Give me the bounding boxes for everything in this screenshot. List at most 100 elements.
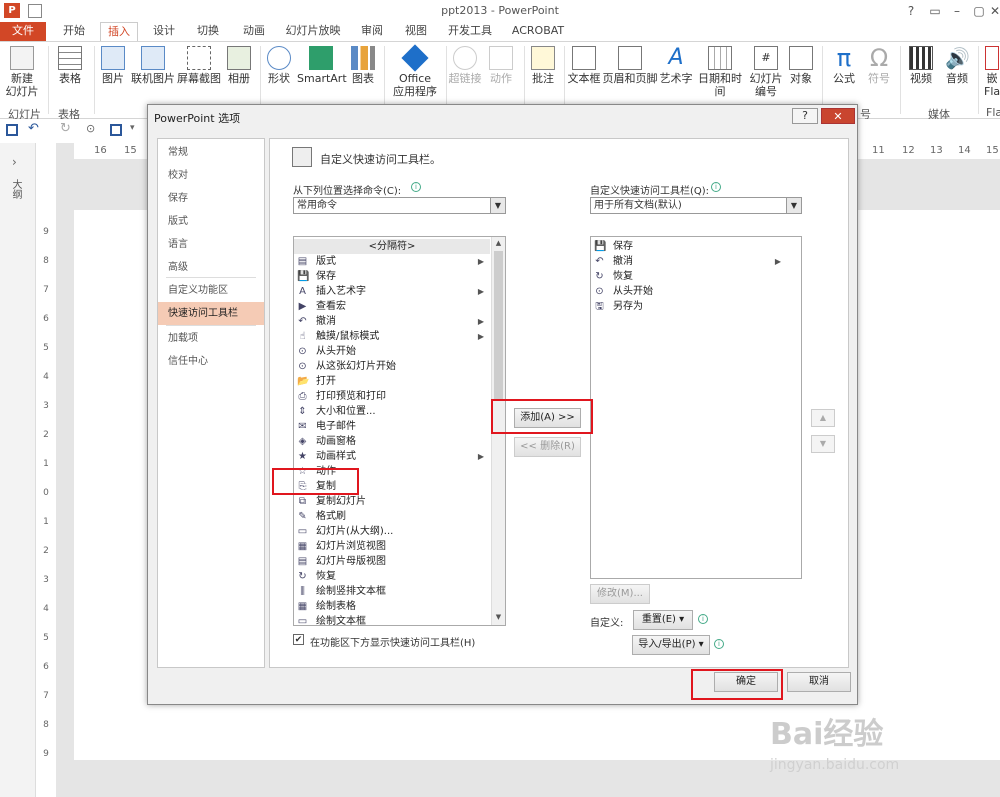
list-item[interactable]: ✎ 格式刷 <box>294 509 490 524</box>
move-down-button[interactable]: ▼ <box>811 435 835 453</box>
dialog-help-button[interactable]: ? <box>792 108 818 124</box>
list-item[interactable]: 💾 保存 <box>591 239 787 254</box>
list-item[interactable]: 💾 保存 <box>294 269 490 284</box>
hyperlink-button[interactable]: 超链接 <box>448 42 482 85</box>
modify-button[interactable]: 修改(M)... <box>590 584 650 604</box>
screenshot-button[interactable]: 屏幕截图 <box>176 42 222 85</box>
tab-design[interactable]: 设计 <box>146 22 182 42</box>
list-item[interactable]: ⊙ 从这张幻灯片开始 <box>294 359 490 374</box>
comment-button[interactable]: 批注 <box>526 42 560 85</box>
customize-toolbar-select[interactable]: 用于所有文档(默认) ▼ <box>590 197 802 214</box>
nav-trust-center[interactable]: 信任中心 <box>158 350 264 373</box>
list-item[interactable]: ↻ 恢复 <box>591 269 787 284</box>
list-item[interactable]: A 插入艺术字 ▶ <box>294 284 490 299</box>
list-item[interactable]: ★ 动画样式 ▶ <box>294 449 490 464</box>
minimize-icon[interactable]: – <box>946 2 968 20</box>
list-item[interactable]: ☝ 触摸/鼠标模式 ▶ <box>294 329 490 344</box>
equation-button[interactable]: π 公式 <box>826 42 862 85</box>
list-item[interactable]: ▭ 幻灯片(从大纲)... <box>294 524 490 539</box>
list-item[interactable]: ▤ 幻灯片母版视图 <box>294 554 490 569</box>
list-item[interactable]: ⇕ 大小和位置... <box>294 404 490 419</box>
wordart-button[interactable]: A 艺术字 <box>658 42 694 86</box>
start-from-beginning-icon[interactable]: ⊙ <box>86 122 95 135</box>
list-item[interactable]: ⧉ 复制幻灯片 <box>294 494 490 509</box>
tab-file[interactable]: 文件 <box>0 22 46 42</box>
tab-slideshow[interactable]: 幻灯片放映 <box>282 22 344 42</box>
maximize-icon[interactable]: ▢ <box>968 2 990 20</box>
list-item[interactable]: ↶ 撤消 ▶ <box>591 254 787 269</box>
tab-acrobat[interactable]: ACROBAT <box>508 22 568 42</box>
list-item[interactable]: ⊙ 从头开始 <box>591 284 787 299</box>
redo-icon[interactable]: ↻ <box>60 121 71 136</box>
import-export-button[interactable]: 导入/导出(P) ▾ <box>632 635 710 655</box>
header-footer-button[interactable]: 页眉和页脚 <box>602 42 658 85</box>
list-item[interactable]: ⫼ 绘制竖排文本框 <box>294 584 490 599</box>
list-item[interactable]: ▦ 幻灯片浏览视图 <box>294 539 490 554</box>
list-item[interactable]: 🖫 另存为 <box>591 299 787 314</box>
tab-view[interactable]: 视图 <box>398 22 434 42</box>
nav-customize-ribbon[interactable]: 自定义功能区 <box>158 279 264 302</box>
toolbar-items-list[interactable]: 💾 保存 ↶ 撤消 ▶ ↻ 恢复 ⊙ 从头开始 🖫 另存为 <box>590 236 802 579</box>
nav-language[interactable]: 语言 <box>158 233 264 256</box>
textbox-button[interactable]: 文本框 <box>566 42 602 85</box>
smartart-button[interactable]: SmartArt <box>297 42 347 85</box>
audio-button[interactable]: 🔊 音频 <box>940 42 974 85</box>
save-as-icon[interactable] <box>110 124 122 136</box>
photo-album-button[interactable]: 相册 <box>222 42 256 85</box>
list-item[interactable]: ⊙ 从头开始 <box>294 344 490 359</box>
dialog-close-button[interactable]: ✕ <box>821 108 855 124</box>
table-button[interactable]: 表格 <box>52 42 88 85</box>
action-button[interactable]: 动作 <box>484 42 518 85</box>
move-up-button[interactable]: ▲ <box>811 409 835 427</box>
expand-pane-icon[interactable]: › <box>12 155 17 169</box>
list-item[interactable]: ✉ 电子邮件 <box>294 419 490 434</box>
save-icon[interactable] <box>6 124 18 136</box>
nav-advanced[interactable]: 高级 <box>158 256 264 279</box>
cancel-button[interactable]: 取消 <box>787 672 851 692</box>
nav-general[interactable]: 常规 <box>158 141 264 164</box>
scroll-thumb[interactable] <box>494 251 503 401</box>
list-item[interactable]: ▭ 绘制文本框 <box>294 614 490 625</box>
picture-button[interactable]: 图片 <box>97 42 129 85</box>
tab-developer[interactable]: 开发工具 <box>444 22 496 42</box>
video-button[interactable]: 视频 <box>904 42 938 85</box>
symbol-button[interactable]: Ω 符号 <box>862 42 896 85</box>
embed-flash-button[interactable]: 嵌 Fla <box>984 42 1000 98</box>
nav-addins[interactable]: 加载项 <box>158 327 264 350</box>
tab-review[interactable]: 审阅 <box>354 22 390 42</box>
qat-customize-icon[interactable]: ▾ <box>130 123 135 133</box>
close-icon[interactable]: ✕ <box>988 2 1000 20</box>
new-slide-button[interactable]: 新建 幻灯片 <box>2 42 42 98</box>
commands-list[interactable]: <分隔符> ▤ 版式 ▶ 💾 保存 A 插入艺术字 ▶ ▶ 查看宏 ↶ 撤消 ▶ ☝ 触摸/鼠标模式 ▶ ⊙ 从头开… <box>293 236 506 626</box>
tab-insert[interactable]: 插入 <box>100 22 138 42</box>
list-item[interactable]: <分隔符> <box>294 239 490 254</box>
list-item[interactable]: ▤ 版式 ▶ <box>294 254 490 269</box>
reset-button[interactable]: 重置(E) ▾ <box>633 610 693 630</box>
tab-home[interactable]: 开始 <box>56 22 92 42</box>
nav-save[interactable]: 保存 <box>158 187 264 210</box>
shapes-button[interactable]: 形状 <box>263 42 295 85</box>
remove-button[interactable]: << 删除(R) <box>514 437 581 457</box>
nav-quick-access-toolbar[interactable]: 快速访问工具栏 <box>158 302 264 325</box>
undo-icon[interactable]: ↶ <box>28 121 39 136</box>
help-icon[interactable]: ? <box>900 2 922 20</box>
tab-transitions[interactable]: 切换 <box>190 22 226 42</box>
list-item[interactable]: ◈ 动画窗格 <box>294 434 490 449</box>
online-pictures-button[interactable]: 联机图片 <box>130 42 176 85</box>
choose-commands-select[interactable]: 常用命令 ▼ <box>293 197 506 214</box>
nav-proofing[interactable]: 校对 <box>158 164 264 187</box>
tab-animations[interactable]: 动画 <box>236 22 272 42</box>
ribbon-display-icon[interactable]: ▭ <box>924 2 946 20</box>
scroll-down-icon[interactable]: ▼ <box>493 613 504 623</box>
list-item[interactable]: ↻ 恢复 <box>294 569 490 584</box>
chart-button[interactable]: 图表 <box>347 42 379 85</box>
list-item[interactable]: ↶ 撤消 ▶ <box>294 314 490 329</box>
scroll-up-icon[interactable]: ▲ <box>493 239 504 249</box>
list-item[interactable]: 📂 打开 <box>294 374 490 389</box>
show-below-checkbox[interactable]: ✔ <box>293 634 304 645</box>
office-apps-button[interactable]: Office 应用程序 <box>388 42 442 98</box>
nav-layout[interactable]: 版式 <box>158 210 264 233</box>
slide-number-button[interactable]: # 幻灯片 编号 <box>746 42 786 98</box>
list-item[interactable]: ⎙ 打印预览和打印 <box>294 389 490 404</box>
list-item[interactable]: ▶ 查看宏 <box>294 299 490 314</box>
